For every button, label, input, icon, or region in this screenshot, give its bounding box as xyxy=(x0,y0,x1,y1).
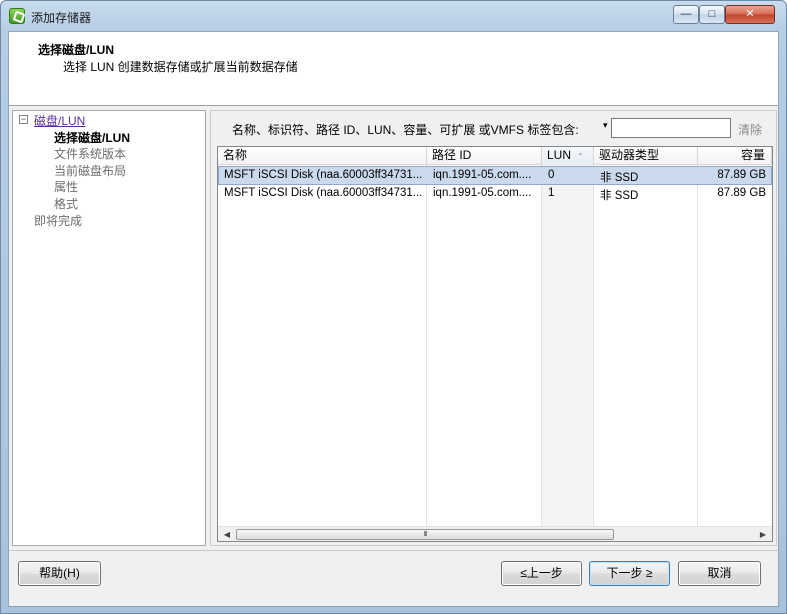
window-title: 添加存储器 xyxy=(31,11,92,25)
clear-filter-button[interactable]: 清除 xyxy=(738,121,762,138)
nav-step-select-disk: 选择磁盘/LUN xyxy=(54,131,130,145)
back-button[interactable]: ≤上一步 xyxy=(501,561,582,586)
lun-table: 名称 路径 ID LUN ⌃ 驱动器类型 容量 MSFT iSCSI Disk (… xyxy=(217,146,773,542)
column-header-lun[interactable]: LUN ⌃ xyxy=(542,147,594,165)
scrollbar-thumb[interactable]: III xyxy=(236,529,614,540)
column-divider xyxy=(426,165,427,527)
page-title: 选择磁盘/LUN xyxy=(38,43,114,57)
filter-label: 名称、标识符、路径 ID、LUN、容量、可扩展 或VMFS 标签包含: xyxy=(232,123,579,137)
footer-divider xyxy=(9,550,778,551)
title-bar[interactable]: 添加存储器 — □ ✕ xyxy=(1,1,786,31)
add-storage-window: 添加存储器 — □ ✕ 选择磁盘/LUN 选择 LUN 创建数据存储或扩展当前数… xyxy=(0,0,787,614)
nav-step-ready: 即将完成 xyxy=(34,214,83,228)
column-header-capacity[interactable]: 容量 xyxy=(698,147,772,165)
next-button[interactable]: 下一步 ≥ xyxy=(589,561,670,586)
close-button[interactable]: ✕ xyxy=(725,5,775,24)
scroll-left-icon[interactable]: ◀ xyxy=(220,528,234,541)
column-header-path-id[interactable]: 路径 ID xyxy=(427,147,542,165)
cell-name: MSFT iSCSI Disk (naa.60003ff34731... xyxy=(224,187,423,199)
cell-path-id: iqn.1991-05.com.... xyxy=(433,169,532,181)
cell-capacity: 87.89 GB xyxy=(717,169,766,181)
cell-drive-type: 非 SSD xyxy=(600,190,639,202)
table-row[interactable]: MSFT iSCSI Disk (naa.60003ff34731... iqn… xyxy=(218,185,772,204)
disk-selection-panel: 名称、标识符、路径 ID、LUN、容量、可扩展 或VMFS 标签包含: ▾ 清除… xyxy=(210,110,777,546)
horizontal-scrollbar[interactable]: ◀ III ▶ xyxy=(218,526,772,541)
column-header-name[interactable]: 名称 xyxy=(218,147,427,165)
column-header-drive-type[interactable]: 驱动器类型 xyxy=(594,147,698,165)
filter-dropdown-icon[interactable]: ▾ xyxy=(603,120,608,131)
wizard-header: 选择磁盘/LUN 选择 LUN 创建数据存储或扩展当前数据存储 xyxy=(9,32,778,106)
column-header-label: LUN xyxy=(547,148,572,162)
maximize-button[interactable]: □ xyxy=(699,5,725,24)
column-header-label: 容量 xyxy=(740,148,765,162)
help-button[interactable]: 帮助(H) xyxy=(18,561,101,586)
column-divider xyxy=(541,165,542,527)
collapse-icon[interactable]: − xyxy=(19,115,28,124)
cancel-button[interactable]: 取消 xyxy=(678,561,761,586)
page-subtitle: 选择 LUN 创建数据存储或扩展当前数据存储 xyxy=(63,60,298,74)
wizard-body: 选择磁盘/LUN 选择 LUN 创建数据存储或扩展当前数据存储 − 磁盘/LUN… xyxy=(8,31,779,607)
column-header-label: 名称 xyxy=(223,148,248,162)
cell-path-id: iqn.1991-05.com.... xyxy=(433,187,532,199)
cell-lun: 1 xyxy=(548,187,555,199)
sort-ascending-icon: ⌃ xyxy=(577,152,584,161)
column-divider xyxy=(697,165,698,527)
sorted-column-shade xyxy=(541,165,593,527)
table-header: 名称 路径 ID LUN ⌃ 驱动器类型 容量 xyxy=(218,147,772,165)
column-header-label: 驱动器类型 xyxy=(599,148,660,162)
table-row[interactable]: MSFT iSCSI Disk (naa.60003ff34731... iqn… xyxy=(218,166,772,185)
cell-capacity: 87.89 GB xyxy=(717,187,766,199)
wizard-step-nav: − 磁盘/LUN 选择磁盘/LUN 文件系统版本 当前磁盘布局 属性 格式 即将… xyxy=(12,110,206,546)
nav-step-disk-layout: 当前磁盘布局 xyxy=(54,164,127,178)
cell-name: MSFT iSCSI Disk (naa.60003ff34731... xyxy=(224,169,423,181)
filter-input[interactable] xyxy=(611,118,731,138)
scroll-right-icon[interactable]: ▶ xyxy=(756,528,770,541)
minimize-button[interactable]: — xyxy=(673,5,699,24)
column-divider xyxy=(593,165,594,527)
nav-step-properties: 属性 xyxy=(54,180,79,194)
column-header-label: 路径 ID xyxy=(432,148,472,162)
nav-step-fs-version: 文件系统版本 xyxy=(54,147,127,161)
vsphere-app-icon xyxy=(9,8,25,24)
cell-lun: 0 xyxy=(548,169,555,181)
cell-drive-type: 非 SSD xyxy=(600,172,639,184)
nav-step-disk-lun[interactable]: 磁盘/LUN xyxy=(34,112,85,129)
nav-step-format: 格式 xyxy=(54,197,79,211)
